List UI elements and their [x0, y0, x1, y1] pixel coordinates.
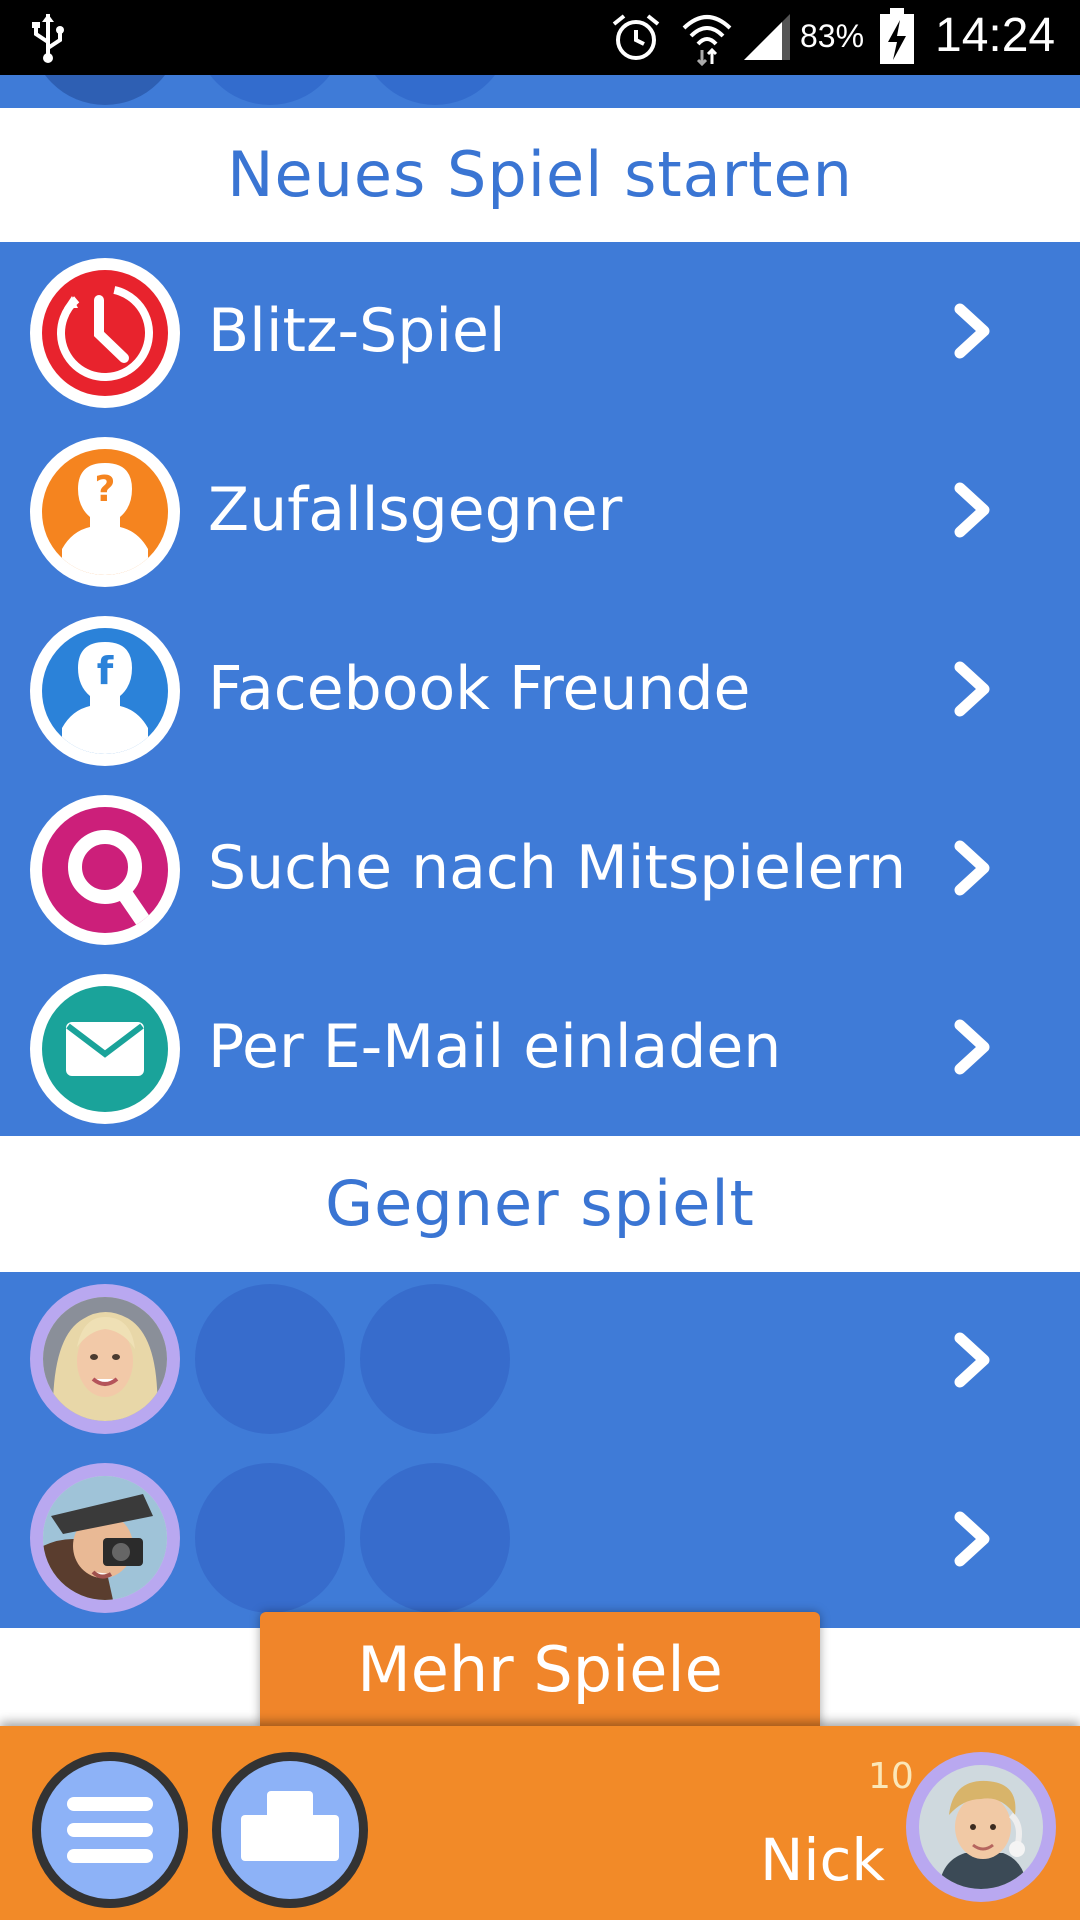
- icon-badge: [30, 974, 180, 1124]
- chevron-right-icon: [954, 303, 990, 359]
- more-games-button[interactable]: Mehr Spiele: [260, 1612, 820, 1728]
- menu-item-random-opponent[interactable]: ? Zufallsgegner: [0, 421, 1080, 599]
- hamburger-menu-icon: [67, 1797, 153, 1863]
- avatar-slot: [195, 75, 345, 105]
- menu-item-label: Blitz-Spiel: [208, 296, 506, 366]
- user-level: 10: [868, 1756, 914, 1797]
- opponent-turn-heading-text: Gegner spielt: [325, 1167, 755, 1240]
- svg-text:f: f: [97, 649, 114, 693]
- round-slot: [360, 1463, 510, 1613]
- new-game-heading: Neues Spiel starten: [0, 108, 1080, 242]
- mail-icon: [42, 986, 168, 1112]
- clock: 14:24: [935, 9, 1056, 62]
- menu-item-label: Zufallsgegner: [208, 475, 623, 545]
- opponent-avatar: [30, 1463, 180, 1613]
- round-slot: [360, 1284, 510, 1434]
- menu-item-label: Suche nach Mitspielern: [208, 833, 907, 903]
- signal-icon: [744, 14, 790, 60]
- stopwatch-icon: [42, 270, 168, 396]
- battery-percent: 83%: [800, 18, 865, 54]
- scrolled-game-strip: [0, 75, 1080, 108]
- hat-camera-avatar: [43, 1476, 167, 1600]
- icon-badge: [30, 258, 180, 408]
- chevron-right-icon: [954, 840, 990, 896]
- menu-item-facebook-friends[interactable]: f Facebook Freunde: [0, 600, 1080, 778]
- chevron-right-icon: [954, 661, 990, 717]
- new-game-menu: Blitz-Spiel ? Zufallsgegner f Facebook F…: [0, 242, 1080, 1136]
- facebook-friend-icon: f: [42, 628, 168, 754]
- status-bar: 83% 14:24: [0, 0, 1080, 75]
- alarm-icon: [612, 14, 660, 60]
- random-opponent-icon: ?: [42, 449, 168, 575]
- svg-text:?: ?: [95, 469, 116, 510]
- menu-item-email-invite[interactable]: Per E-Mail einladen: [0, 958, 1080, 1136]
- bottom-bar: 10 Nick: [0, 1726, 1080, 1920]
- blonde-woman-avatar: [43, 1297, 167, 1421]
- round-slot: [195, 1284, 345, 1434]
- icon-badge: [30, 795, 180, 945]
- game-row[interactable]: [0, 1272, 1080, 1450]
- menu-item-label: Per E-Mail einladen: [208, 1012, 782, 1082]
- opponent-games-list: [0, 1272, 1080, 1628]
- user-avatar-image: [919, 1765, 1043, 1889]
- leaderboard-button[interactable]: [212, 1752, 368, 1908]
- game-row[interactable]: [0, 1451, 1080, 1629]
- icon-badge: ?: [30, 437, 180, 587]
- opponent-turn-heading: Gegner spielt: [0, 1136, 1080, 1272]
- round-slot: [195, 1463, 345, 1613]
- search-icon: [42, 807, 168, 933]
- chevron-right-icon: [954, 1332, 990, 1388]
- chevron-right-icon: [954, 1511, 990, 1567]
- avatar-slot: [30, 75, 180, 105]
- chevron-right-icon: [954, 482, 990, 538]
- user-name: Nick: [760, 1826, 885, 1894]
- usb-icon: [32, 14, 64, 63]
- opponent-avatar: [30, 1284, 180, 1434]
- user-avatar[interactable]: [906, 1752, 1056, 1902]
- new-game-heading-text: Neues Spiel starten: [227, 138, 853, 211]
- avatar-slot: [360, 75, 510, 105]
- menu-button[interactable]: [32, 1752, 188, 1908]
- battery-charging-icon: [880, 8, 914, 64]
- icon-badge: f: [30, 616, 180, 766]
- menu-item-search-players[interactable]: Suche nach Mitspielern: [0, 779, 1080, 957]
- podium-icon: [241, 1791, 339, 1861]
- wifi-icon: [682, 15, 732, 66]
- menu-item-blitz-game[interactable]: Blitz-Spiel: [0, 242, 1080, 420]
- chevron-right-icon: [954, 1019, 990, 1075]
- menu-item-label: Facebook Freunde: [208, 654, 751, 724]
